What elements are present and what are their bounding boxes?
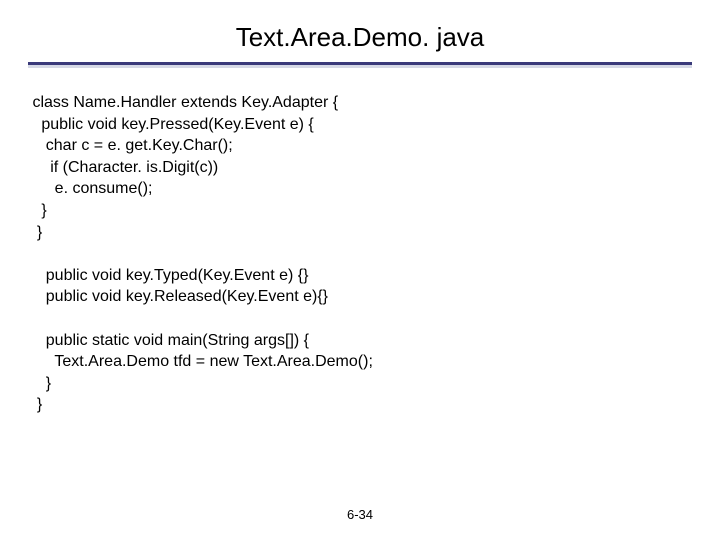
title-rule <box>28 62 692 65</box>
slide: Text.Area.Demo. java class Name.Handler … <box>0 0 720 540</box>
code-block: class Name.Handler extends Key.Adapter {… <box>28 92 692 416</box>
page-title: Text.Area.Demo. java <box>0 22 720 53</box>
page-number: 6-34 <box>0 507 720 522</box>
